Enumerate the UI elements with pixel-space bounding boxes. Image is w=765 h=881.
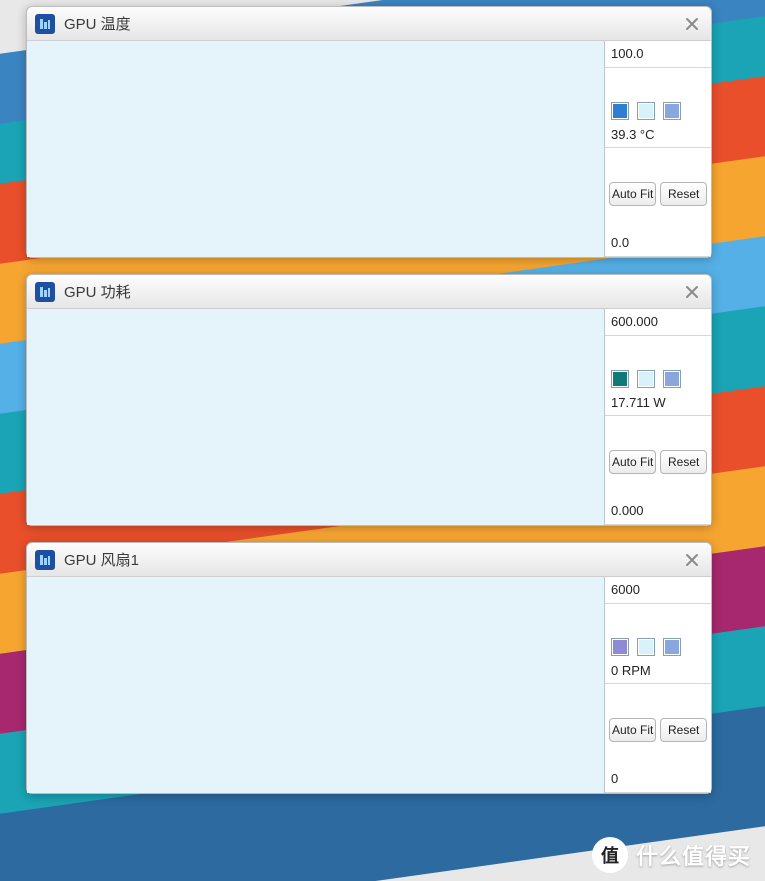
swatch-3[interactable] [663,102,681,120]
swatch-1[interactable] [611,638,629,656]
chart-area-power[interactable] [27,309,605,525]
chart-svg [27,41,604,257]
titlebar[interactable]: GPU 风扇1 [27,543,711,577]
panel-title: GPU 温度 [64,13,681,34]
swatch-2[interactable] [637,102,655,120]
close-icon[interactable] [681,549,703,571]
series-swatches [605,366,711,390]
swatch-2[interactable] [637,638,655,656]
chart-svg [27,309,604,525]
close-icon[interactable] [681,13,703,35]
y-max-label: 6000 [605,577,711,604]
panel-gpu-temp: GPU 温度 100.0 39.3 °C [26,6,712,258]
swatch-2[interactable] [637,370,655,388]
close-icon[interactable] [681,281,703,303]
watermark-text: 什么值得买 [636,839,751,871]
panel-title: GPU 功耗 [64,281,681,302]
watermark: 值 什么值得买 [592,837,751,873]
current-value: 39.3 °C [605,122,711,149]
chart-area-fan[interactable] [27,577,605,793]
swatch-1[interactable] [611,370,629,388]
swatch-3[interactable] [663,370,681,388]
reset-button[interactable]: Reset [660,182,707,206]
current-value: 0 RPM [605,658,711,685]
series-swatches [605,98,711,122]
chart-sidebar: 6000 0 RPM Auto Fit Reset 0 [605,577,711,793]
panel-gpu-power: GPU 功耗 600.000 17.711 W [26,274,712,526]
current-value: 17.711 W [605,390,711,417]
reset-button[interactable]: Reset [660,450,707,474]
chart-sidebar: 600.000 17.711 W Auto Fit Reset 0.000 [605,309,711,525]
panel-gpu-fan: GPU 风扇1 6000 0 RPM [26,542,712,794]
panel-stack: GPU 温度 100.0 39.3 °C [0,0,765,881]
panel-title: GPU 风扇1 [64,549,681,570]
reset-button[interactable]: Reset [660,718,707,742]
titlebar[interactable]: GPU 功耗 [27,275,711,309]
swatch-3[interactable] [663,638,681,656]
series-swatches [605,634,711,658]
titlebar[interactable]: GPU 温度 [27,7,711,41]
auto-fit-button[interactable]: Auto Fit [609,718,656,742]
y-min-label: 0.000 [605,498,711,525]
auto-fit-button[interactable]: Auto Fit [609,450,656,474]
y-max-label: 600.000 [605,309,711,336]
watermark-badge: 值 [592,837,628,873]
app-icon [35,282,55,302]
chart-sidebar: 100.0 39.3 °C Auto Fit Reset 0.0 [605,41,711,257]
app-icon [35,550,55,570]
app-icon [35,14,55,34]
chart-area-temp[interactable] [27,41,605,257]
y-max-label: 100.0 [605,41,711,68]
swatch-1[interactable] [611,102,629,120]
y-min-label: 0 [605,766,711,793]
chart-svg [27,577,604,793]
y-min-label: 0.0 [605,230,711,257]
auto-fit-button[interactable]: Auto Fit [609,182,656,206]
